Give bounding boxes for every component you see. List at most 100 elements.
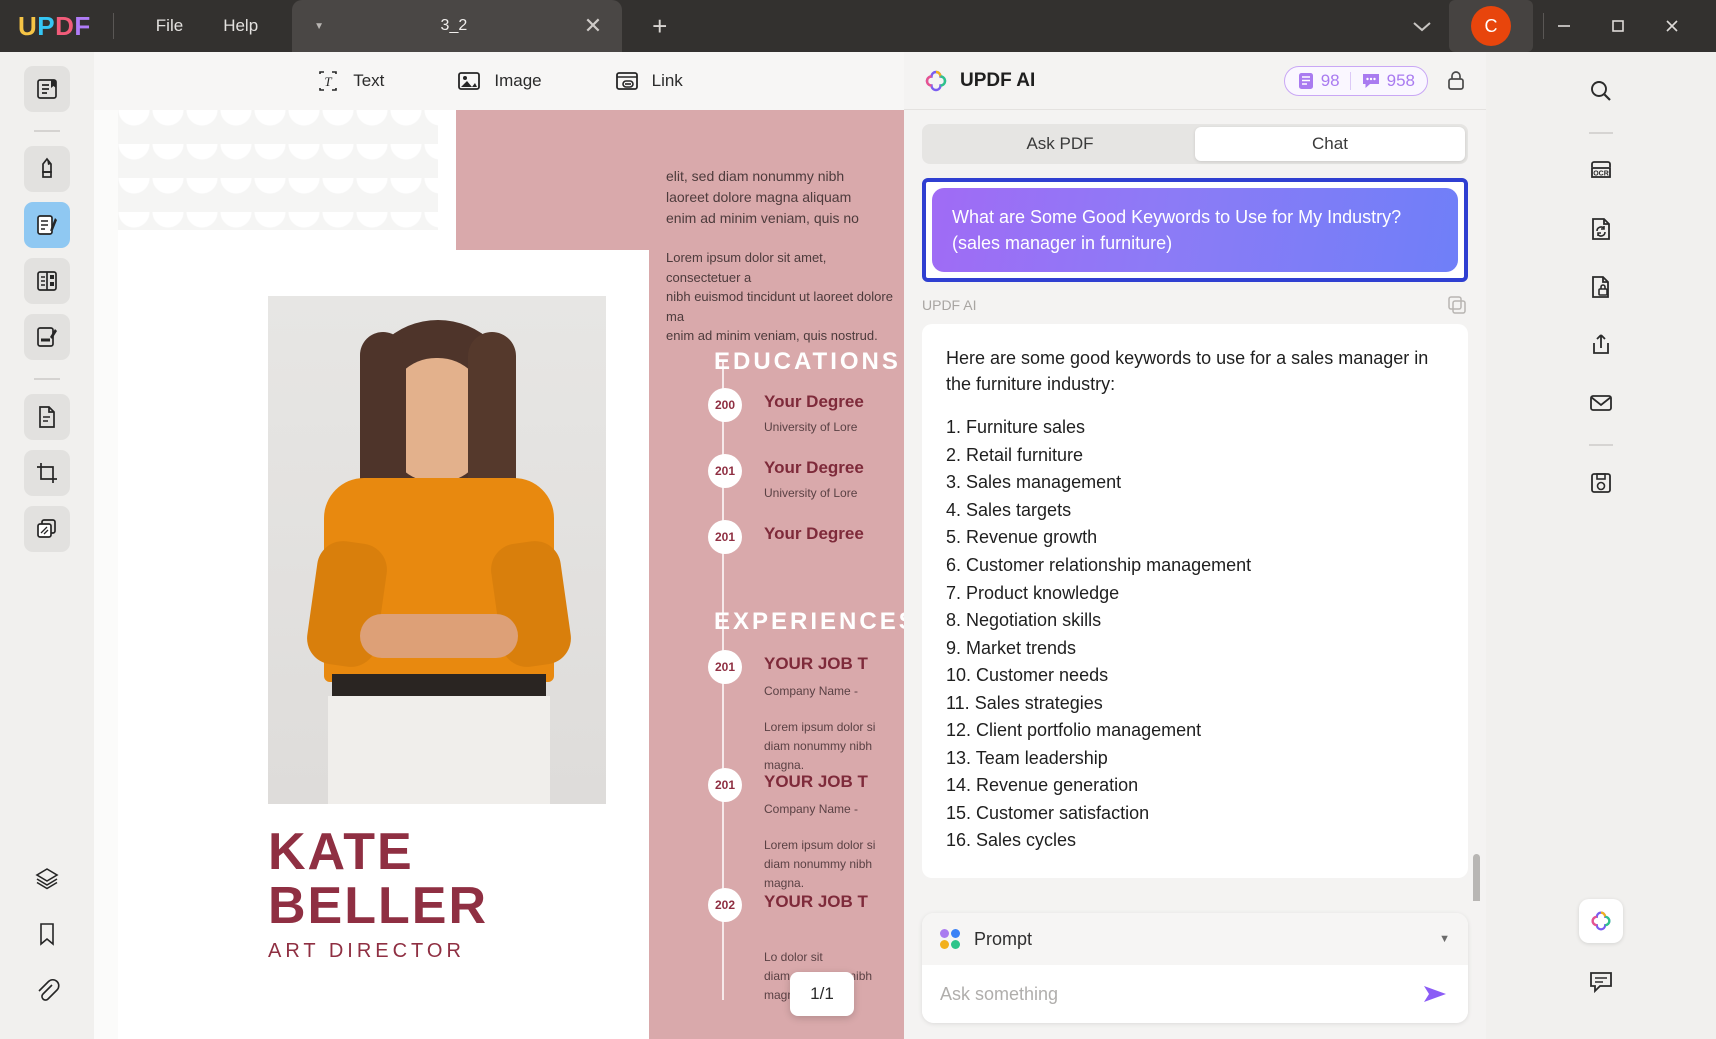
experience-desc-2: Lorem ipsum dolor si diam nonummy nibh m… [764, 836, 875, 894]
experience-year-2: 201 [708, 768, 742, 802]
svg-text:OCR: OCR [1593, 171, 1609, 178]
prompt-label: Prompt [974, 929, 1032, 950]
lock-icon[interactable] [1444, 69, 1468, 93]
search-icon[interactable] [1578, 68, 1624, 114]
list-item: 7. Product knowledge [946, 581, 1444, 607]
tab-dropdown-icon[interactable]: ▼ [314, 21, 324, 32]
portrait-photo [268, 296, 606, 804]
tab-chat[interactable]: Chat [1195, 127, 1465, 161]
sidebar-item-bookmark[interactable] [24, 911, 70, 957]
sidebar-item-crop[interactable] [24, 450, 70, 496]
prompt-dots-icon [940, 929, 960, 949]
education-title-1: Your Degree [764, 392, 864, 412]
sidebar-item-comment[interactable] [24, 146, 70, 192]
experience-year-1: 201 [708, 650, 742, 684]
document-tab[interactable]: ▼ 3_2 ✕ [292, 0, 622, 52]
sidebar-item-batch[interactable] [24, 506, 70, 552]
updf-ai-icon[interactable] [1579, 899, 1623, 943]
experience-company-1: Company Name - [764, 684, 858, 698]
updf-logo[interactable]: U P D F [18, 11, 91, 42]
page-indicator: 1/1 [790, 972, 854, 1016]
tab-close-icon[interactable]: ✕ [584, 13, 602, 39]
question-selection-frame[interactable]: What are Some Good Keywords to Use for M… [922, 178, 1468, 282]
prompt-dot-purple [940, 929, 949, 938]
answer-keyword-list: 1. Furniture sales 2. Retail furniture 3… [946, 415, 1444, 854]
rail-divider-2 [34, 378, 60, 380]
experience-title-3: YOUR JOB T [764, 892, 868, 912]
updf-ai-panel: UPDF AI 98 958 [904, 52, 1486, 1039]
window-controls-divider [1543, 13, 1544, 39]
titlebar-divider [113, 13, 114, 39]
ai-credit-counters[interactable]: 98 958 [1284, 66, 1428, 96]
chevron-down-icon[interactable]: ▼ [1439, 933, 1450, 945]
maximize-button[interactable] [1608, 16, 1662, 36]
send-icon[interactable] [1420, 982, 1450, 1006]
rail-divider [34, 130, 60, 132]
photo-hair-left [360, 332, 406, 502]
toolbar-image-button[interactable]: Image [456, 68, 541, 94]
sidebar-item-convert[interactable] [24, 394, 70, 440]
ai-conversation-scroll[interactable]: What are Some Good Keywords to Use for M… [904, 164, 1486, 901]
account-button[interactable]: C [1449, 0, 1533, 52]
save-icon[interactable] [1578, 460, 1624, 506]
close-button[interactable] [1662, 16, 1716, 36]
menu-help[interactable]: Help [203, 8, 278, 44]
answer-author-label: UPDF AI [922, 297, 976, 313]
minimize-button[interactable] [1554, 16, 1608, 36]
copy-icon[interactable] [1446, 294, 1468, 316]
toolbar-link-button[interactable]: Link [614, 68, 683, 94]
user-question-bubble[interactable]: What are Some Good Keywords to Use for M… [932, 188, 1458, 272]
document-count-value: 98 [1321, 71, 1340, 91]
sidebar-item-reader[interactable] [24, 66, 70, 112]
education-sub-2: University of Lore [764, 486, 857, 500]
prompt-selector[interactable]: Prompt ▼ [922, 913, 1468, 965]
convert-file-icon[interactable] [1578, 206, 1624, 252]
ask-input-row [922, 965, 1468, 1023]
logo-letter-f: F [74, 11, 90, 42]
list-item: 13. Team leadership [946, 746, 1444, 772]
counter-divider [1350, 72, 1351, 90]
tab-ask-pdf[interactable]: Ask PDF [925, 127, 1195, 161]
avatar: C [1471, 6, 1511, 46]
document-viewer: T Text Image Link [94, 52, 904, 1039]
pdf-page[interactable]: KATE BELLER ART DIRECTOR elit, sed diam … [94, 110, 904, 1039]
prompt-dot-blue [951, 929, 960, 938]
document-count-icon [1297, 72, 1315, 90]
sidebar-item-edit-pdf[interactable] [24, 202, 70, 248]
email-icon[interactable] [1578, 380, 1624, 426]
left-tool-rail [0, 52, 94, 1039]
answer-author-row: UPDF AI [922, 294, 1468, 316]
tab-title: 3_2 [324, 17, 584, 35]
protect-lock-icon[interactable] [1578, 264, 1624, 310]
sidebar-item-sign[interactable] [24, 314, 70, 360]
sidebar-item-layers[interactable] [24, 855, 70, 901]
list-item: 16. Sales cycles [946, 828, 1444, 854]
list-item: 1. Furniture sales [946, 415, 1444, 441]
chat-count-icon [1361, 72, 1381, 90]
share-icon[interactable] [1578, 322, 1624, 368]
photo-pants [328, 696, 550, 804]
education-sub-1: University of Lore [764, 420, 857, 434]
education-title-2: Your Degree [764, 458, 864, 478]
resume-last-name: BELLER [268, 876, 488, 936]
ask-input[interactable] [940, 984, 1420, 1005]
list-item: 9. Market trends [946, 636, 1444, 662]
list-item: 6. Customer relationship management [946, 553, 1444, 579]
toolbar-link-label: Link [652, 71, 683, 91]
comment-bubble-icon[interactable] [1578, 959, 1624, 1005]
sidebar-item-organize-pages[interactable] [24, 258, 70, 304]
main-content: T Text Image Link [0, 52, 1716, 1039]
list-item: 11. Sales strategies [946, 691, 1444, 717]
ocr-icon[interactable]: OCR [1578, 148, 1624, 194]
toolbar-text-button[interactable]: T Text [315, 68, 384, 94]
conversation-scrollbar[interactable] [1473, 854, 1480, 901]
toolbar-text-label: Text [353, 71, 384, 91]
logo-letter-p: P [37, 11, 55, 42]
chevron-down-icon[interactable] [1395, 9, 1449, 43]
timeline-year-2: 201 [708, 454, 742, 488]
menu-file[interactable]: File [136, 8, 203, 44]
right-rail-divider-2 [1589, 444, 1613, 446]
new-tab-button[interactable]: + [652, 11, 667, 42]
updf-ai-logo-icon [922, 67, 950, 95]
sidebar-item-attachment[interactable] [24, 967, 70, 1013]
